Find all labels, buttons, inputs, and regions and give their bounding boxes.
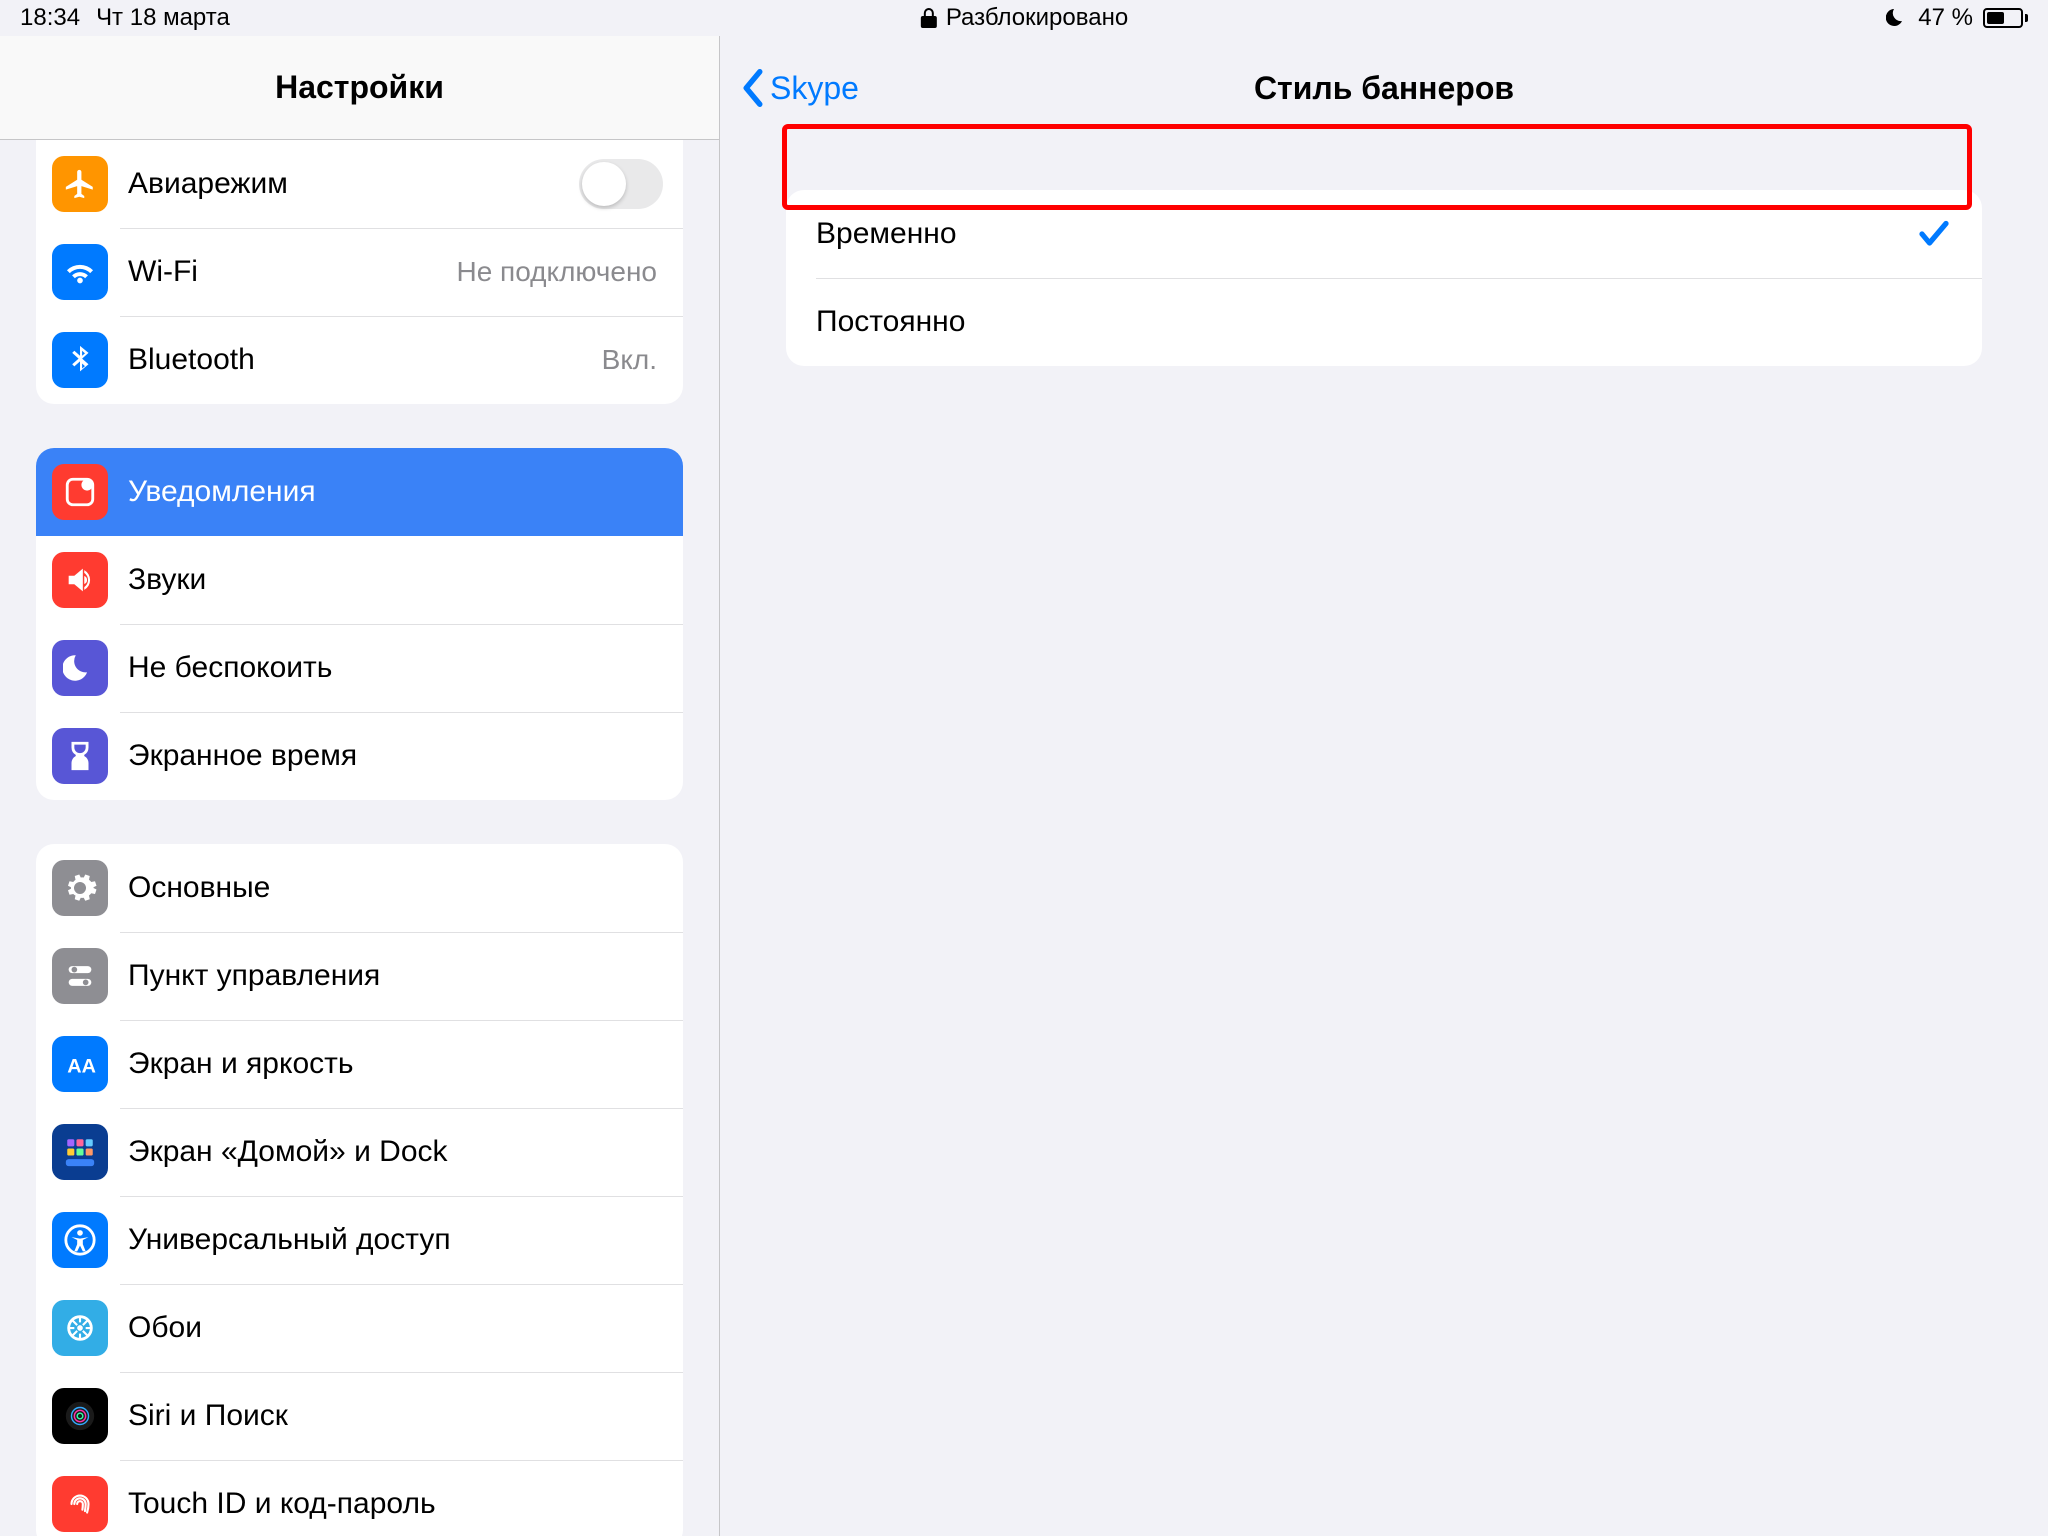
label: Не беспокоить	[128, 651, 663, 685]
sidebar-item-sounds[interactable]: Звуки	[36, 536, 683, 624]
label: Экранное время	[128, 739, 663, 773]
battery-icon	[1983, 8, 2028, 28]
home-dock-icon	[52, 1124, 108, 1180]
sidebar-item-bluetooth[interactable]: Bluetooth Вкл.	[36, 316, 683, 404]
status-bar: 18:34 Чт 18 марта Разблокировано 47 %	[0, 0, 2048, 36]
settings-group-connectivity: Авиарежим Wi-Fi Не подключено Bluetooth …	[36, 140, 683, 404]
sidebar-item-home-dock[interactable]: Экран «Домой» и Dock	[36, 1108, 683, 1196]
sidebar-item-wallpaper[interactable]: Обои	[36, 1284, 683, 1372]
settings-sidebar: Настройки Авиарежим Wi-Fi Не подключено	[0, 36, 720, 1536]
status-time: 18:34	[20, 4, 80, 32]
chevron-left-icon	[740, 69, 766, 107]
sounds-icon	[52, 552, 108, 608]
sidebar-item-dnd[interactable]: Не беспокоить	[36, 624, 683, 712]
option-temporary[interactable]: Временно	[786, 190, 1982, 278]
screentime-icon	[52, 728, 108, 784]
label: Уведомления	[128, 475, 663, 509]
sidebar-header: Настройки	[0, 36, 719, 140]
status-lock-text: Разблокировано	[946, 4, 1128, 32]
label: Универсальный доступ	[128, 1223, 663, 1257]
sidebar-item-general[interactable]: Основные	[36, 844, 683, 932]
detail-header: Skype Стиль баннеров	[720, 36, 2048, 140]
sidebar-item-display[interactable]: AA Экран и яркость	[36, 1020, 683, 1108]
battery-pct: 47 %	[1918, 4, 1973, 32]
gear-icon	[52, 860, 108, 916]
detail: Вкл.	[602, 344, 657, 376]
label: Экран «Домой» и Dock	[128, 1135, 663, 1169]
settings-title: Настройки	[275, 69, 444, 106]
airplane-icon	[52, 156, 108, 212]
sidebar-item-touchid[interactable]: Touch ID и код-пароль	[36, 1460, 683, 1536]
display-icon: AA	[52, 1036, 108, 1092]
back-button[interactable]: Skype	[720, 69, 859, 107]
label: Siri и Поиск	[128, 1399, 663, 1433]
svg-text:AA: AA	[67, 1056, 96, 1078]
sidebar-item-wifi[interactable]: Wi-Fi Не подключено	[36, 228, 683, 316]
option-persistent[interactable]: Постоянно	[786, 278, 1982, 366]
label: Wi-Fi	[128, 255, 456, 289]
control-center-icon	[52, 948, 108, 1004]
accessibility-icon	[52, 1212, 108, 1268]
label: Основные	[128, 871, 663, 905]
detail: Не подключено	[456, 256, 657, 288]
sidebar-item-accessibility[interactable]: Универсальный доступ	[36, 1196, 683, 1284]
sidebar-item-siri[interactable]: Siri и Поиск	[36, 1372, 683, 1460]
label: Авиарежим	[128, 167, 579, 201]
sidebar-item-notifications[interactable]: Уведомления	[36, 448, 683, 536]
moon-icon	[1886, 7, 1908, 29]
status-date: Чт 18 марта	[96, 4, 230, 32]
option-label: Постоянно	[816, 305, 1952, 339]
sidebar-item-screentime[interactable]: Экранное время	[36, 712, 683, 800]
notifications-icon	[52, 464, 108, 520]
fingerprint-icon	[52, 1476, 108, 1532]
detail-title: Стиль баннеров	[1254, 70, 1514, 107]
label: Обои	[128, 1311, 663, 1345]
back-label: Skype	[770, 70, 859, 107]
label: Звуки	[128, 563, 663, 597]
label: Bluetooth	[128, 343, 602, 377]
checkmark-icon	[1916, 216, 1952, 252]
option-label: Временно	[816, 217, 1916, 251]
settings-group-notifications: Уведомления Звуки Не беспокоить	[36, 448, 683, 800]
sidebar-item-airplane[interactable]: Авиарежим	[36, 140, 683, 228]
dnd-icon	[52, 640, 108, 696]
sidebar-item-control-center[interactable]: Пункт управления	[36, 932, 683, 1020]
bluetooth-icon	[52, 332, 108, 388]
label: Экран и яркость	[128, 1047, 663, 1081]
wallpaper-icon	[52, 1300, 108, 1356]
settings-group-general: Основные Пункт управления AA Экран и ярк…	[36, 844, 683, 1536]
banner-style-options: Временно Постоянно	[786, 190, 1982, 366]
detail-pane: Skype Стиль баннеров Временно Постоянно	[720, 36, 2048, 1536]
label: Touch ID и код-пароль	[128, 1487, 663, 1521]
label: Пункт управления	[128, 959, 663, 993]
airplane-toggle[interactable]	[579, 159, 663, 209]
siri-icon	[52, 1388, 108, 1444]
wifi-icon	[52, 244, 108, 300]
lock-icon	[920, 7, 938, 29]
